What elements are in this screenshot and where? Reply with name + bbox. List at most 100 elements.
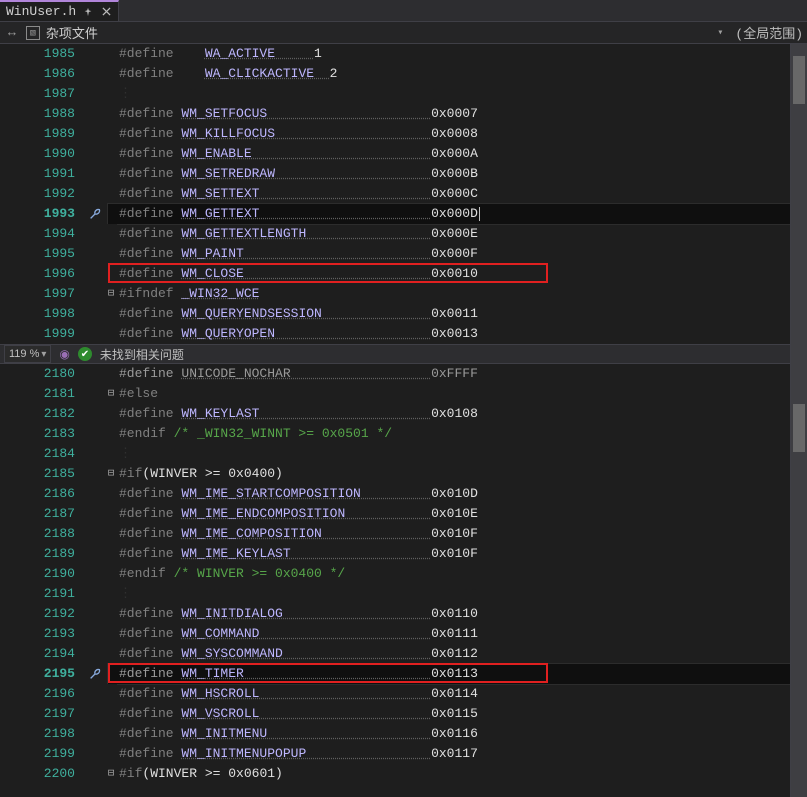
margin [85, 324, 105, 344]
code-content[interactable]: #endif /* WINVER >= 0x0400 */ [117, 564, 807, 584]
code-content[interactable]: #define WM_SETREDRAW 0x000B [117, 164, 807, 184]
code-content[interactable]: #define WM_INITDIALOG 0x0110 [117, 604, 807, 624]
code-line[interactable]: 1999#define WM_QUERYOPEN 0x0013 [0, 324, 807, 344]
code-content[interactable]: #define WM_KILLFOCUS 0x0008 [117, 124, 807, 144]
code-line[interactable]: 2194#define WM_SYSCOMMAND 0x0112 [0, 644, 807, 664]
code-content[interactable]: #define WM_QUERYENDSESSION 0x0011 [117, 304, 807, 324]
code-line[interactable]: 1993#define WM_GETTEXT 0x000D [0, 204, 807, 224]
code-line[interactable]: 2200⊟#if(WINVER >= 0x0601) [0, 764, 807, 784]
code-content[interactable]: #define WM_QUERYOPEN 0x0013 [117, 324, 807, 344]
code-content[interactable]: #define WM_VSCROLL 0x0115 [117, 704, 807, 724]
code-content[interactable]: ⋮ [117, 444, 807, 464]
code-line[interactable]: 2192#define WM_INITDIALOG 0x0110 [0, 604, 807, 624]
code-content[interactable]: #define WM_KEYLAST 0x0108 [117, 404, 807, 424]
code-content[interactable]: #if(WINVER >= 0x0601) [117, 764, 807, 784]
code-content[interactable]: #else [117, 384, 807, 404]
code-content[interactable]: ⋮ [117, 584, 807, 604]
code-content[interactable]: #define WM_IME_COMPOSITION 0x010F [117, 524, 807, 544]
code-content[interactable]: #endif /* _WIN32_WINNT >= 0x0501 */ [117, 424, 807, 444]
code-content[interactable]: #define WM_SETFOCUS 0x0007 [117, 104, 807, 124]
code-content[interactable]: #if(WINVER >= 0x0400) [117, 464, 807, 484]
line-number: 2185 [0, 464, 85, 484]
nav-back-forward-icon[interactable]: ↔ [4, 25, 20, 40]
code-line[interactable]: 2188#define WM_IME_COMPOSITION 0x010F [0, 524, 807, 544]
code-line[interactable]: 2197#define WM_VSCROLL 0x0115 [0, 704, 807, 724]
margin [85, 644, 105, 664]
code-content[interactable]: #define UNICODE_NOCHAR 0xFFFF [117, 364, 807, 384]
scrollbar-thumb-top[interactable] [793, 56, 805, 104]
code-content[interactable]: #define WM_SETTEXT 0x000C [117, 184, 807, 204]
code-content[interactable]: #define WM_PAINT 0x000F [117, 244, 807, 264]
editor-pane-top[interactable]: 1985#define WA_ACTIVE 11986#define WA_CL… [0, 44, 807, 344]
code-line[interactable]: 2195#define WM_TIMER 0x0113 [0, 664, 807, 684]
code-line[interactable]: 2181⊟#else [0, 384, 807, 404]
margin [85, 104, 105, 124]
code-line[interactable]: 1998#define WM_QUERYENDSESSION 0x0011 [0, 304, 807, 324]
fold-toggle[interactable]: ⊟ [105, 764, 117, 784]
code-content[interactable]: #define WA_ACTIVE 1 [117, 44, 807, 64]
code-line[interactable]: 1996#define WM_CLOSE 0x0010 [0, 264, 807, 284]
code-line[interactable]: 1990#define WM_ENABLE 0x000A [0, 144, 807, 164]
nav-section-label[interactable]: 杂项文件 [46, 23, 98, 42]
chevron-down-icon[interactable]: ▾ [41, 349, 46, 360]
code-line[interactable]: 1991#define WM_SETREDRAW 0x000B [0, 164, 807, 184]
close-icon[interactable] [100, 6, 112, 18]
quick-action-icon[interactable] [85, 204, 105, 224]
code-line[interactable]: 2191⋮ [0, 584, 807, 604]
code-line[interactable]: 2186#define WM_IME_STARTCOMPOSITION 0x01… [0, 484, 807, 504]
code-line[interactable]: 2184⋮ [0, 444, 807, 464]
code-content[interactable]: #define WM_INITMENU 0x0116 [117, 724, 807, 744]
code-content[interactable]: #define WM_GETTEXTLENGTH 0x000E [117, 224, 807, 244]
code-line[interactable]: 1988#define WM_SETFOCUS 0x0007 [0, 104, 807, 124]
code-line[interactable]: 2199#define WM_INITMENUPOPUP 0x0117 [0, 744, 807, 764]
code-content[interactable]: #define WM_IME_KEYLAST 0x010F [117, 544, 807, 564]
purple-dot-icon[interactable]: ◉ [59, 347, 69, 361]
code-line[interactable]: 1989#define WM_KILLFOCUS 0x0008 [0, 124, 807, 144]
scrollbar-thumb-bottom[interactable] [793, 404, 805, 452]
zoom-level[interactable]: 119 % ▾ [4, 345, 51, 363]
code-line[interactable]: 1986#define WA_CLICKACTIVE 2 [0, 64, 807, 84]
vertical-scrollbar[interactable] [790, 44, 807, 797]
code-content[interactable]: #define WM_CLOSE 0x0010 [117, 264, 807, 284]
code-content[interactable]: #define WM_IME_STARTCOMPOSITION 0x010D [117, 484, 807, 504]
code-line[interactable]: 2180#define UNICODE_NOCHAR 0xFFFF [0, 364, 807, 384]
margin [85, 224, 105, 244]
code-content[interactable]: #define WM_HSCROLL 0x0114 [117, 684, 807, 704]
fold-toggle [105, 444, 117, 464]
code-content[interactable]: #ifndef _WIN32_WCE [117, 284, 807, 304]
chevron-down-icon[interactable]: ▾ [717, 27, 723, 39]
margin [85, 684, 105, 704]
code-content[interactable]: #define WM_SYSCOMMAND 0x0112 [117, 644, 807, 664]
code-line[interactable]: 1994#define WM_GETTEXTLENGTH 0x000E [0, 224, 807, 244]
code-content[interactable]: #define WM_IME_ENDCOMPOSITION 0x010E [117, 504, 807, 524]
code-line[interactable]: 2187#define WM_IME_ENDCOMPOSITION 0x010E [0, 504, 807, 524]
code-line[interactable]: 2182#define WM_KEYLAST 0x0108 [0, 404, 807, 424]
code-content[interactable]: #define WA_CLICKACTIVE 2 [117, 64, 807, 84]
tab-winuser-h[interactable]: WinUser.h [0, 0, 119, 21]
code-line[interactable]: 2193#define WM_COMMAND 0x0111 [0, 624, 807, 644]
code-content[interactable]: #define WM_COMMAND 0x0111 [117, 624, 807, 644]
code-line[interactable]: 1987⋮ [0, 84, 807, 104]
code-content[interactable]: #define WM_INITMENUPOPUP 0x0117 [117, 744, 807, 764]
code-line[interactable]: 1985#define WA_ACTIVE 1 [0, 44, 807, 64]
quick-action-icon[interactable] [85, 664, 105, 684]
fold-toggle[interactable]: ⊟ [105, 384, 117, 404]
fold-toggle[interactable]: ⊟ [105, 284, 117, 304]
code-line[interactable]: 1997⊟#ifndef _WIN32_WCE [0, 284, 807, 304]
code-line[interactable]: 2190#endif /* WINVER >= 0x0400 */ [0, 564, 807, 584]
code-line[interactable]: 2189#define WM_IME_KEYLAST 0x010F [0, 544, 807, 564]
nav-scope-label[interactable]: (全局范围) [735, 23, 803, 42]
code-content[interactable]: #define WM_ENABLE 0x000A [117, 144, 807, 164]
code-line[interactable]: 1995#define WM_PAINT 0x000F [0, 244, 807, 264]
code-content[interactable]: #define WM_GETTEXT 0x000D [117, 204, 807, 224]
code-line[interactable]: 2185 ⊟#if(WINVER >= 0x0400) [0, 464, 807, 484]
code-content[interactable]: #define WM_TIMER 0x0113 [117, 664, 807, 684]
editor-pane-bottom[interactable]: 2180#define UNICODE_NOCHAR 0xFFFF2181⊟#e… [0, 364, 807, 784]
pin-icon[interactable] [82, 6, 94, 18]
code-line[interactable]: 2183#endif /* _WIN32_WINNT >= 0x0501 */ [0, 424, 807, 444]
fold-toggle[interactable]: ⊟ [105, 464, 117, 484]
code-line[interactable]: 2196#define WM_HSCROLL 0x0114 [0, 684, 807, 704]
code-line[interactable]: 1992#define WM_SETTEXT 0x000C [0, 184, 807, 204]
code-line[interactable]: 2198#define WM_INITMENU 0x0116 [0, 724, 807, 744]
code-content[interactable]: ⋮ [117, 84, 807, 104]
